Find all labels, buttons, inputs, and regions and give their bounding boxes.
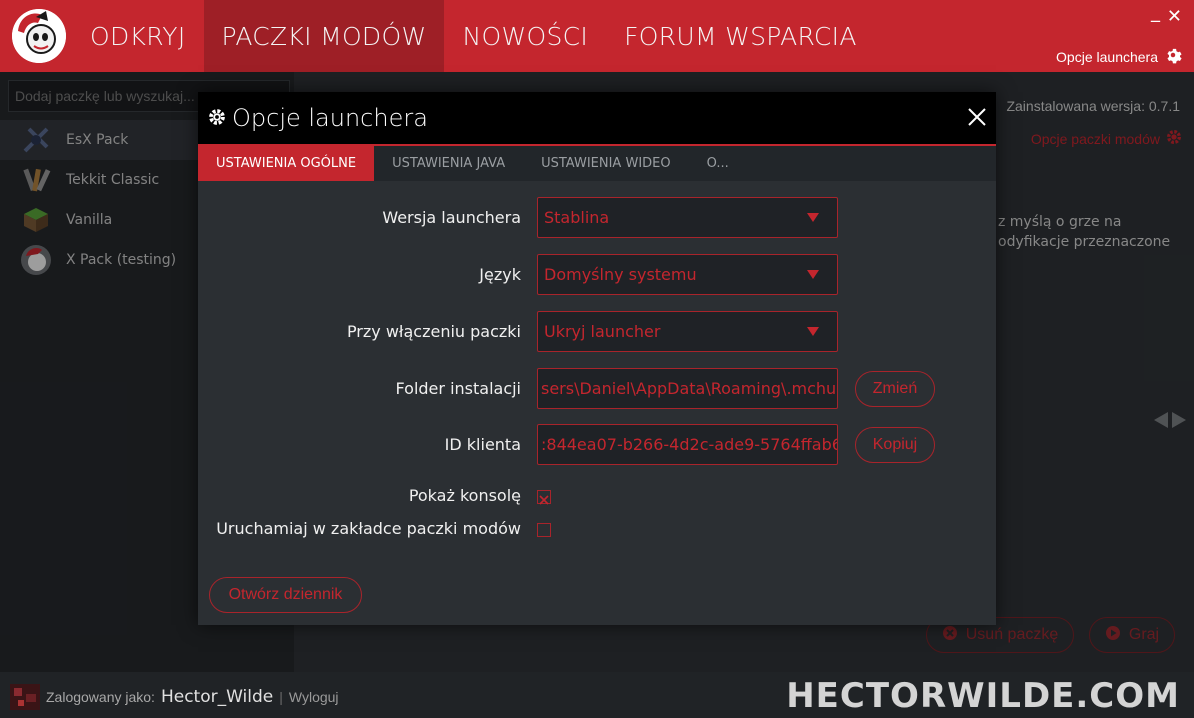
dialog-header: Opcje launchera: [198, 92, 996, 144]
tab-video-settings[interactable]: USTAWIENIA WIDEO: [523, 146, 689, 181]
chevron-down-icon: [807, 270, 819, 279]
top-bar: ODKRYJ PACZKI MODÓW NOWOŚCI FORUM WSPARC…: [0, 0, 1194, 72]
nav-support-forum[interactable]: FORUM WSPARCIA: [606, 0, 875, 72]
main-nav: ODKRYJ PACZKI MODÓW NOWOŚCI FORUM WSPARC…: [72, 0, 875, 72]
field-value: :844ea07-b266-4d2c-ade9-5764ffab6f90: [541, 435, 838, 454]
logout-link[interactable]: Wyloguj: [289, 689, 339, 705]
chevron-down-icon: [807, 327, 819, 336]
nav-news[interactable]: NOWOŚCI: [444, 0, 606, 72]
checkmark-x-icon: [539, 495, 549, 505]
watermark: HECTORWILDE.COM: [786, 676, 1180, 716]
on-launch-select[interactable]: Ukryj launcher: [537, 311, 838, 352]
close-icon[interactable]: [966, 106, 988, 128]
launcher-version-label: Wersja launchera: [382, 208, 521, 227]
app-logo: [12, 9, 66, 63]
language-select[interactable]: Domyślny systemu: [537, 254, 838, 295]
window-close-button[interactable]: ✕: [1167, 6, 1182, 27]
gear-icon: [208, 104, 226, 132]
avatar: [10, 684, 40, 710]
gear-icon: [1164, 46, 1182, 67]
language-label: Język: [479, 265, 521, 284]
user-info: Zalogowany jako: Hector_Wilde | Wyloguj: [10, 684, 339, 710]
client-id-label: ID klienta: [444, 435, 521, 454]
logged-in-as-label: Zalogowany jako:: [46, 689, 155, 705]
launcher-options-label: Opcje launchera: [1056, 48, 1158, 65]
change-folder-button[interactable]: Zmień: [855, 371, 935, 407]
tab-general-settings[interactable]: USTAWIENIA OGÓLNE: [198, 146, 375, 181]
selected-value: Ukryj launcher: [544, 322, 661, 341]
separator: |: [279, 689, 283, 705]
run-in-tab-label: Uruchamiaj w zakładce paczki modów: [216, 519, 521, 538]
selected-value: Stablina: [544, 208, 610, 227]
tab-java-settings[interactable]: USTAWIENIA JAVA: [374, 146, 523, 181]
dialog-title-text: Opcje launchera: [232, 104, 428, 132]
selected-value: Domyślny systemu: [544, 265, 697, 284]
show-console-label: Pokaż konsolę: [408, 486, 521, 505]
minimize-button[interactable]: _: [1151, 2, 1160, 23]
launcher-options-dialog: Opcje launchera USTAWIENIA OGÓLNE USTAWI…: [198, 92, 996, 625]
nav-discover[interactable]: ODKRYJ: [72, 0, 204, 72]
copy-id-button[interactable]: Kopiuj: [855, 427, 935, 463]
dialog-title: Opcje launchera: [208, 104, 428, 132]
tab-about[interactable]: O...: [689, 146, 747, 181]
client-id-field[interactable]: :844ea07-b266-4d2c-ade9-5764ffab6f90: [537, 424, 838, 465]
open-log-button[interactable]: Otwórz dziennik: [209, 577, 362, 613]
field-value: sers\Daniel\AppData\Roaming\.mchub: [541, 379, 838, 398]
launcher-version-select[interactable]: Stablina: [537, 197, 838, 238]
bottom-bar: Zalogowany jako: Hector_Wilde | Wyloguj …: [0, 672, 1194, 718]
launcher-options-link[interactable]: Opcje launchera: [1056, 46, 1182, 67]
nav-modpacks[interactable]: PACZKI MODÓW: [203, 0, 445, 72]
install-folder-label: Folder instalacji: [395, 379, 521, 398]
show-console-checkbox[interactable]: [537, 490, 551, 505]
chevron-down-icon: [807, 213, 819, 222]
username: Hector_Wilde: [160, 687, 274, 707]
dialog-tabs: USTAWIENIA OGÓLNE USTAWIENIA JAVA USTAWI…: [198, 144, 996, 181]
install-folder-field[interactable]: sers\Daniel\AppData\Roaming\.mchub: [537, 368, 838, 409]
run-in-tab-checkbox[interactable]: [537, 523, 551, 537]
on-launch-label: Przy włączeniu paczki: [346, 322, 521, 341]
